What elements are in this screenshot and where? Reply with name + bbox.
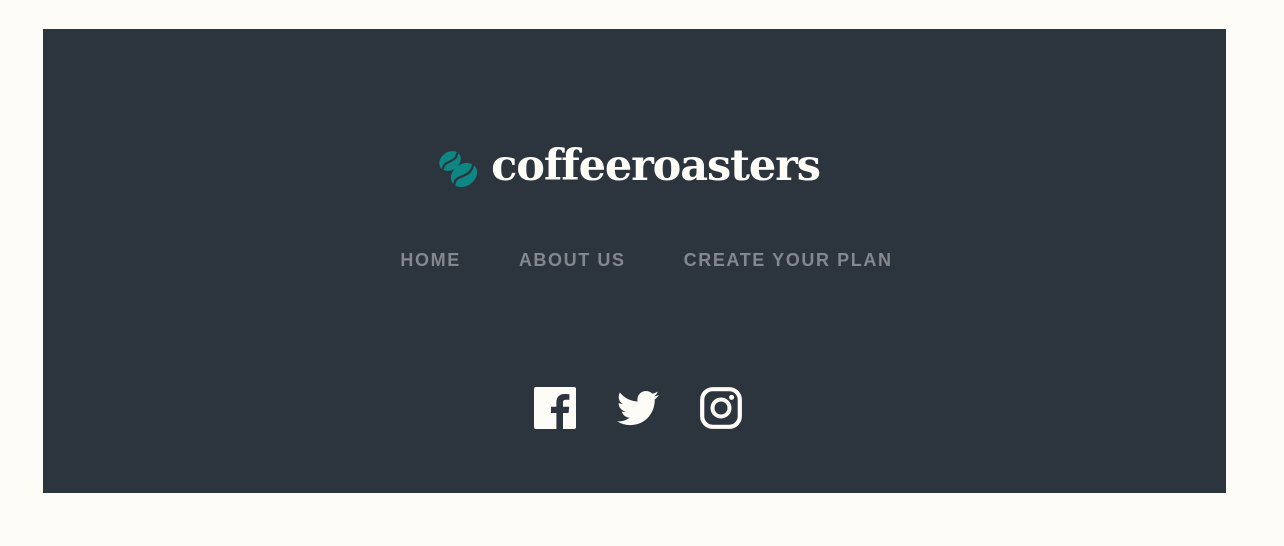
social-links: [46, 387, 1229, 429]
nav-link-home[interactable]: HOME: [400, 250, 460, 271]
nav-link-about-us[interactable]: ABOUT US: [519, 250, 626, 271]
brand-logo[interactable]: coffeeroasters: [37, 140, 1220, 191]
nav-link-create-your-plan[interactable]: CREATE YOUR PLAN: [684, 250, 893, 271]
coffee-bean-icon: [439, 151, 478, 188]
twitter-icon[interactable]: [616, 387, 659, 429]
brand-name: coffeeroasters: [491, 140, 821, 191]
footer-nav: HOME ABOUT US CREATE YOUR PLAN: [55, 250, 1238, 271]
facebook-icon[interactable]: [533, 387, 576, 429]
instagram-icon[interactable]: [699, 387, 742, 429]
site-footer: coffeeroasters HOME ABOUT US CREATE YOUR…: [43, 29, 1226, 493]
